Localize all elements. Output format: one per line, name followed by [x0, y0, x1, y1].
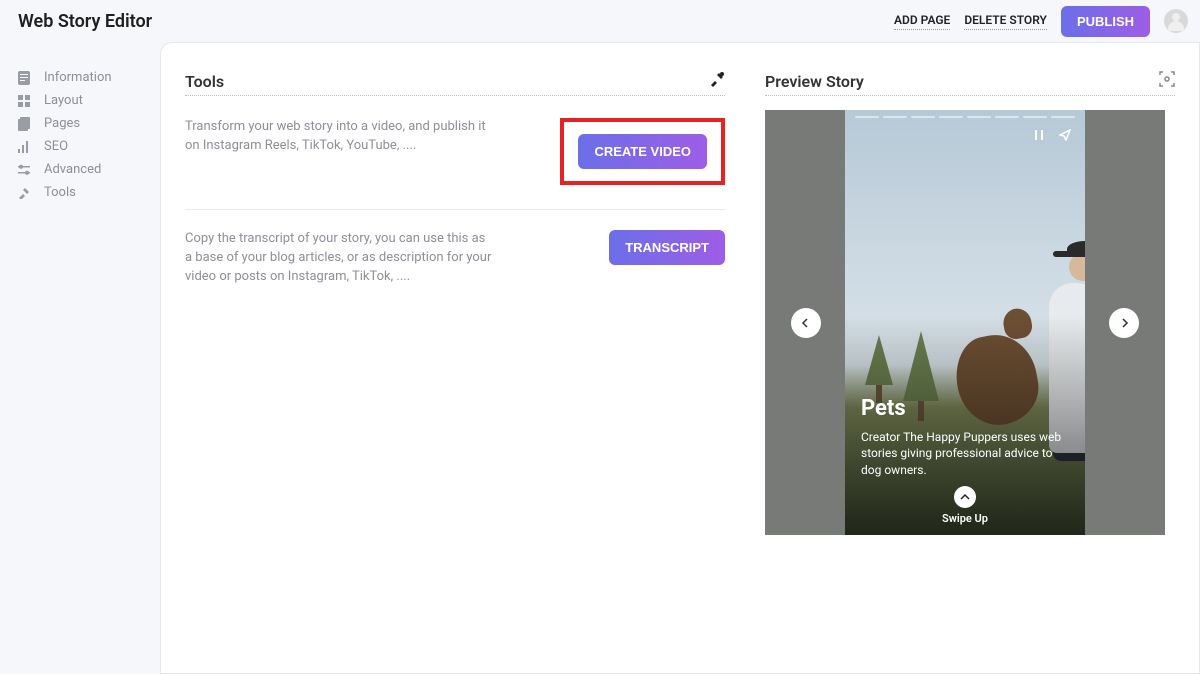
- avatar[interactable]: [1164, 9, 1188, 33]
- layout-icon: [16, 95, 32, 107]
- header-actions: ADD PAGE DELETE STORY PUBLISH: [894, 6, 1188, 37]
- create-video-desc: Transform your web story into a video, a…: [185, 118, 495, 156]
- preview-panel: Preview Story: [765, 71, 1175, 645]
- sidebar-item-advanced[interactable]: Advanced: [10, 158, 160, 181]
- scan-icon[interactable]: [1159, 71, 1175, 91]
- app-title: Web Story Editor: [12, 11, 152, 32]
- preview-stage: Pets Creator The Happy Puppers uses web …: [765, 110, 1165, 535]
- wrench-icon: [709, 71, 725, 91]
- sidebar-item-information[interactable]: Information: [10, 66, 160, 89]
- sidebar-item-seo[interactable]: SEO: [10, 135, 160, 158]
- story-card[interactable]: Pets Creator The Happy Puppers uses web …: [845, 110, 1085, 535]
- delete-story-link[interactable]: DELETE STORY: [964, 13, 1047, 30]
- chevron-up-icon: [954, 486, 976, 508]
- sliders-icon: [16, 164, 32, 176]
- progress-bar: [855, 116, 1075, 118]
- sidebar-item-label: Pages: [44, 116, 80, 131]
- tools-panel-header: Tools: [185, 71, 725, 96]
- tools-icon: [16, 187, 32, 199]
- tools-panel-title: Tools: [185, 72, 224, 91]
- story-subheading: Creator The Happy Puppers uses web stori…: [861, 429, 1073, 479]
- app-header: Web Story Editor ADD PAGE DELETE STORY P…: [0, 0, 1200, 42]
- share-icon[interactable]: [1059, 126, 1071, 145]
- transcript-button[interactable]: TRANSCRIPT: [609, 230, 725, 265]
- transcript-desc: Copy the transcript of your story, you c…: [185, 230, 495, 287]
- tools-panel: Tools Transform your web story into a vi…: [185, 71, 725, 645]
- preview-panel-header: Preview Story: [765, 71, 1175, 96]
- pause-icon[interactable]: [1033, 126, 1045, 145]
- preview-panel-title: Preview Story: [765, 72, 864, 91]
- highlight-box: CREATE VIDEO: [560, 118, 725, 185]
- story-heading: Pets: [861, 396, 1073, 421]
- sidebar-item-label: SEO: [44, 139, 68, 154]
- preview-next-button[interactable]: [1109, 308, 1139, 338]
- sidebar-item-pages[interactable]: Pages: [10, 112, 160, 135]
- sidebar-item-label: Information: [44, 70, 112, 85]
- sidebar-item-label: Tools: [44, 185, 76, 200]
- swipe-up[interactable]: Swipe Up: [845, 486, 1085, 525]
- add-page-link[interactable]: ADD PAGE: [894, 13, 950, 30]
- create-video-button[interactable]: CREATE VIDEO: [578, 134, 707, 169]
- document-icon: [16, 71, 32, 85]
- pages-icon: [16, 117, 32, 131]
- sidebar-item-tools[interactable]: Tools: [10, 181, 160, 204]
- preview-prev-button[interactable]: [791, 308, 821, 338]
- tool-row-create-video: Transform your web story into a video, a…: [185, 118, 725, 210]
- sidebar-item-label: Advanced: [44, 162, 101, 177]
- chart-icon: [16, 141, 32, 153]
- tool-row-transcript: Copy the transcript of your story, you c…: [185, 230, 725, 311]
- story-text: Pets Creator The Happy Puppers uses web …: [861, 396, 1073, 479]
- sidebar-item-layout[interactable]: Layout: [10, 89, 160, 112]
- content-area: Tools Transform your web story into a vi…: [160, 42, 1200, 674]
- publish-button[interactable]: PUBLISH: [1061, 6, 1150, 37]
- story-top-controls: [1033, 126, 1071, 145]
- sidebar-item-label: Layout: [44, 93, 83, 108]
- swipe-up-label: Swipe Up: [942, 512, 988, 525]
- sidebar: Information Layout Pages SEO Advanced: [0, 42, 160, 674]
